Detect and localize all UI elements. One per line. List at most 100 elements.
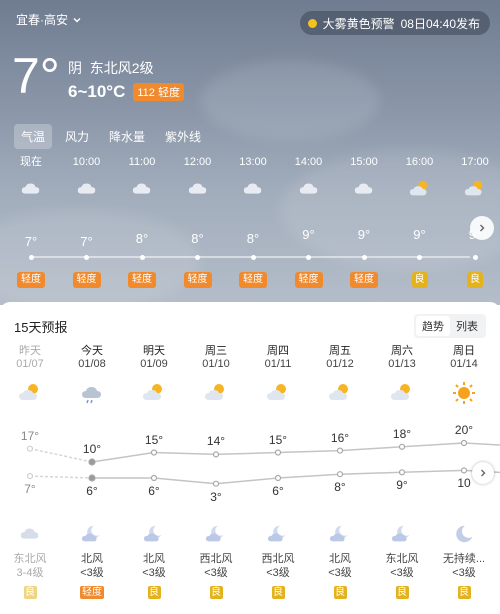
- hour-time: 现在: [20, 156, 42, 168]
- day-date: 01/12: [326, 358, 354, 370]
- wind-direction: 东北风: [385, 553, 419, 565]
- hourly-next-button[interactable]: [470, 216, 494, 240]
- current-conditions: 阴 东北风2级: [68, 58, 154, 78]
- day-date: 01/11: [264, 358, 292, 370]
- day-high-temp: 16°: [330, 430, 350, 445]
- hour-icon-wrap: [339, 170, 389, 208]
- day-icon-wrap: [247, 376, 309, 410]
- day-aq-badge: 良: [395, 586, 409, 599]
- hour-point: [250, 254, 256, 260]
- hour-point: [417, 254, 422, 260]
- partly-sunny-icon: [19, 384, 38, 400]
- low-temp-line-segment: [401, 469, 465, 474]
- hour-icon-wrap: [62, 170, 112, 208]
- high-temp-line-segment: [277, 449, 341, 454]
- wind-level: <3级: [266, 567, 290, 579]
- day-low-temp: 6°: [272, 484, 284, 498]
- high-temp-line-point: [460, 439, 468, 447]
- hour-temperature: 8°: [135, 230, 149, 246]
- day-name: 今天: [81, 345, 103, 357]
- day-name: 周三: [205, 345, 227, 357]
- partly-sunny-icon: [464, 180, 483, 196]
- day-icon-wrap: [185, 376, 247, 410]
- partly-sunny-icon: [267, 384, 286, 400]
- cloudy-icon: [243, 183, 262, 194]
- moon-cloud-icon: [391, 525, 410, 542]
- day-aq-badge: 轻度: [80, 586, 104, 599]
- day-name: 周四: [267, 345, 289, 357]
- hour-aq-badge: 良: [467, 272, 483, 288]
- day-low-temp: 3°: [210, 489, 222, 504]
- hourly-item: 17:00: [450, 154, 500, 208]
- day-column[interactable]: 周四 01/11: [247, 342, 309, 410]
- high-temp-line-segment: [215, 451, 279, 456]
- day-column[interactable]: 周六 01/13: [371, 342, 433, 410]
- high-temp-line-segment: [463, 442, 500, 446]
- low-temp-line-point: [336, 471, 344, 478]
- wind-direction: 西北风: [261, 553, 295, 565]
- toggle-list[interactable]: 列表: [450, 316, 484, 336]
- day-aq-badge: 良: [333, 586, 347, 599]
- cloudy-icon: [188, 183, 206, 194]
- hour-temperature: 9°: [413, 227, 426, 242]
- day-aq-badge: 良: [457, 586, 471, 599]
- high-temp-line-point: [274, 449, 282, 456]
- night-icon-wrap: [0, 520, 61, 548]
- partly-sunny-icon: [143, 384, 162, 400]
- day-column[interactable]: 今天 01/08: [61, 342, 123, 410]
- chevron-right-icon: [480, 224, 485, 232]
- day-wind: 北风 <3级: [61, 552, 123, 580]
- day-column[interactable]: 周三 01/10: [185, 342, 247, 410]
- wind-direction: 北风: [329, 553, 351, 565]
- hour-time: 15:00: [350, 156, 378, 168]
- hourly-item: 15:00: [339, 154, 389, 208]
- moon-icon: [456, 525, 473, 543]
- tab-uv[interactable]: 紫外线: [158, 124, 208, 149]
- day-name: 昨天: [19, 345, 41, 357]
- hour-point: [306, 254, 311, 260]
- day-wind: 东北风 <3级: [371, 552, 433, 580]
- partly-sunny-icon: [409, 180, 427, 196]
- hour-aq-badge: 轻度: [72, 272, 101, 288]
- day-column[interactable]: 明天 01/09: [123, 342, 185, 410]
- tab-precipitation[interactable]: 降水量: [102, 124, 152, 149]
- hourly-item: 12:00: [173, 154, 223, 208]
- day-icon-wrap: [371, 376, 433, 410]
- sunny-icon: [453, 382, 475, 404]
- moon-cloud-icon: [143, 525, 162, 542]
- low-temp-line-point: [88, 474, 96, 482]
- hour-aq-badge: 轻度: [128, 272, 156, 288]
- tab-wind[interactable]: 风力: [58, 124, 96, 149]
- hourly-item: 14:00: [284, 154, 334, 208]
- daily-next-button[interactable]: [472, 462, 494, 484]
- day-date: 01/10: [202, 358, 230, 370]
- hour-point: [195, 254, 200, 260]
- day-column[interactable]: 昨天 01/07: [0, 342, 61, 410]
- wind-direction: 北风: [81, 553, 103, 565]
- night-icon-wrap: [61, 520, 123, 548]
- hourly-item: 11:00: [117, 154, 167, 208]
- fog-alert-badge[interactable]: 大雾黄色预警 08日04:40发布: [299, 11, 490, 35]
- tab-temperature[interactable]: 气温: [14, 124, 53, 149]
- hourly-item: 13:00: [228, 154, 278, 208]
- day-aq-badge: 良: [209, 586, 223, 599]
- day-name: 周五: [329, 345, 351, 357]
- alert-time: 08日04:40发布: [400, 16, 480, 31]
- low-temp-line-point: [398, 469, 406, 476]
- hour-temperature: 7°: [80, 234, 93, 249]
- day-wind: 无持续... <3级: [433, 552, 495, 580]
- location-selector[interactable]: 宜春·高安: [16, 11, 82, 28]
- day-column[interactable]: 周五 01/12: [309, 342, 371, 410]
- cloudy-icon: [77, 183, 95, 194]
- low-temp-line-point: [460, 467, 468, 474]
- night-icon-wrap: [123, 520, 185, 548]
- night-icon-wrap: [247, 520, 309, 548]
- toggle-trend[interactable]: 趋势: [416, 316, 450, 336]
- hour-time: 17:00: [461, 156, 489, 168]
- day-column[interactable]: 周日 01/14: [433, 342, 495, 410]
- aqi-badge[interactable]: 112 轻度: [133, 83, 184, 101]
- moon-cloud-icon: [81, 525, 100, 542]
- hour-temperature: 8°: [191, 230, 204, 246]
- day-wind: 西北风 <3级: [185, 552, 247, 580]
- hour-point: [139, 254, 145, 260]
